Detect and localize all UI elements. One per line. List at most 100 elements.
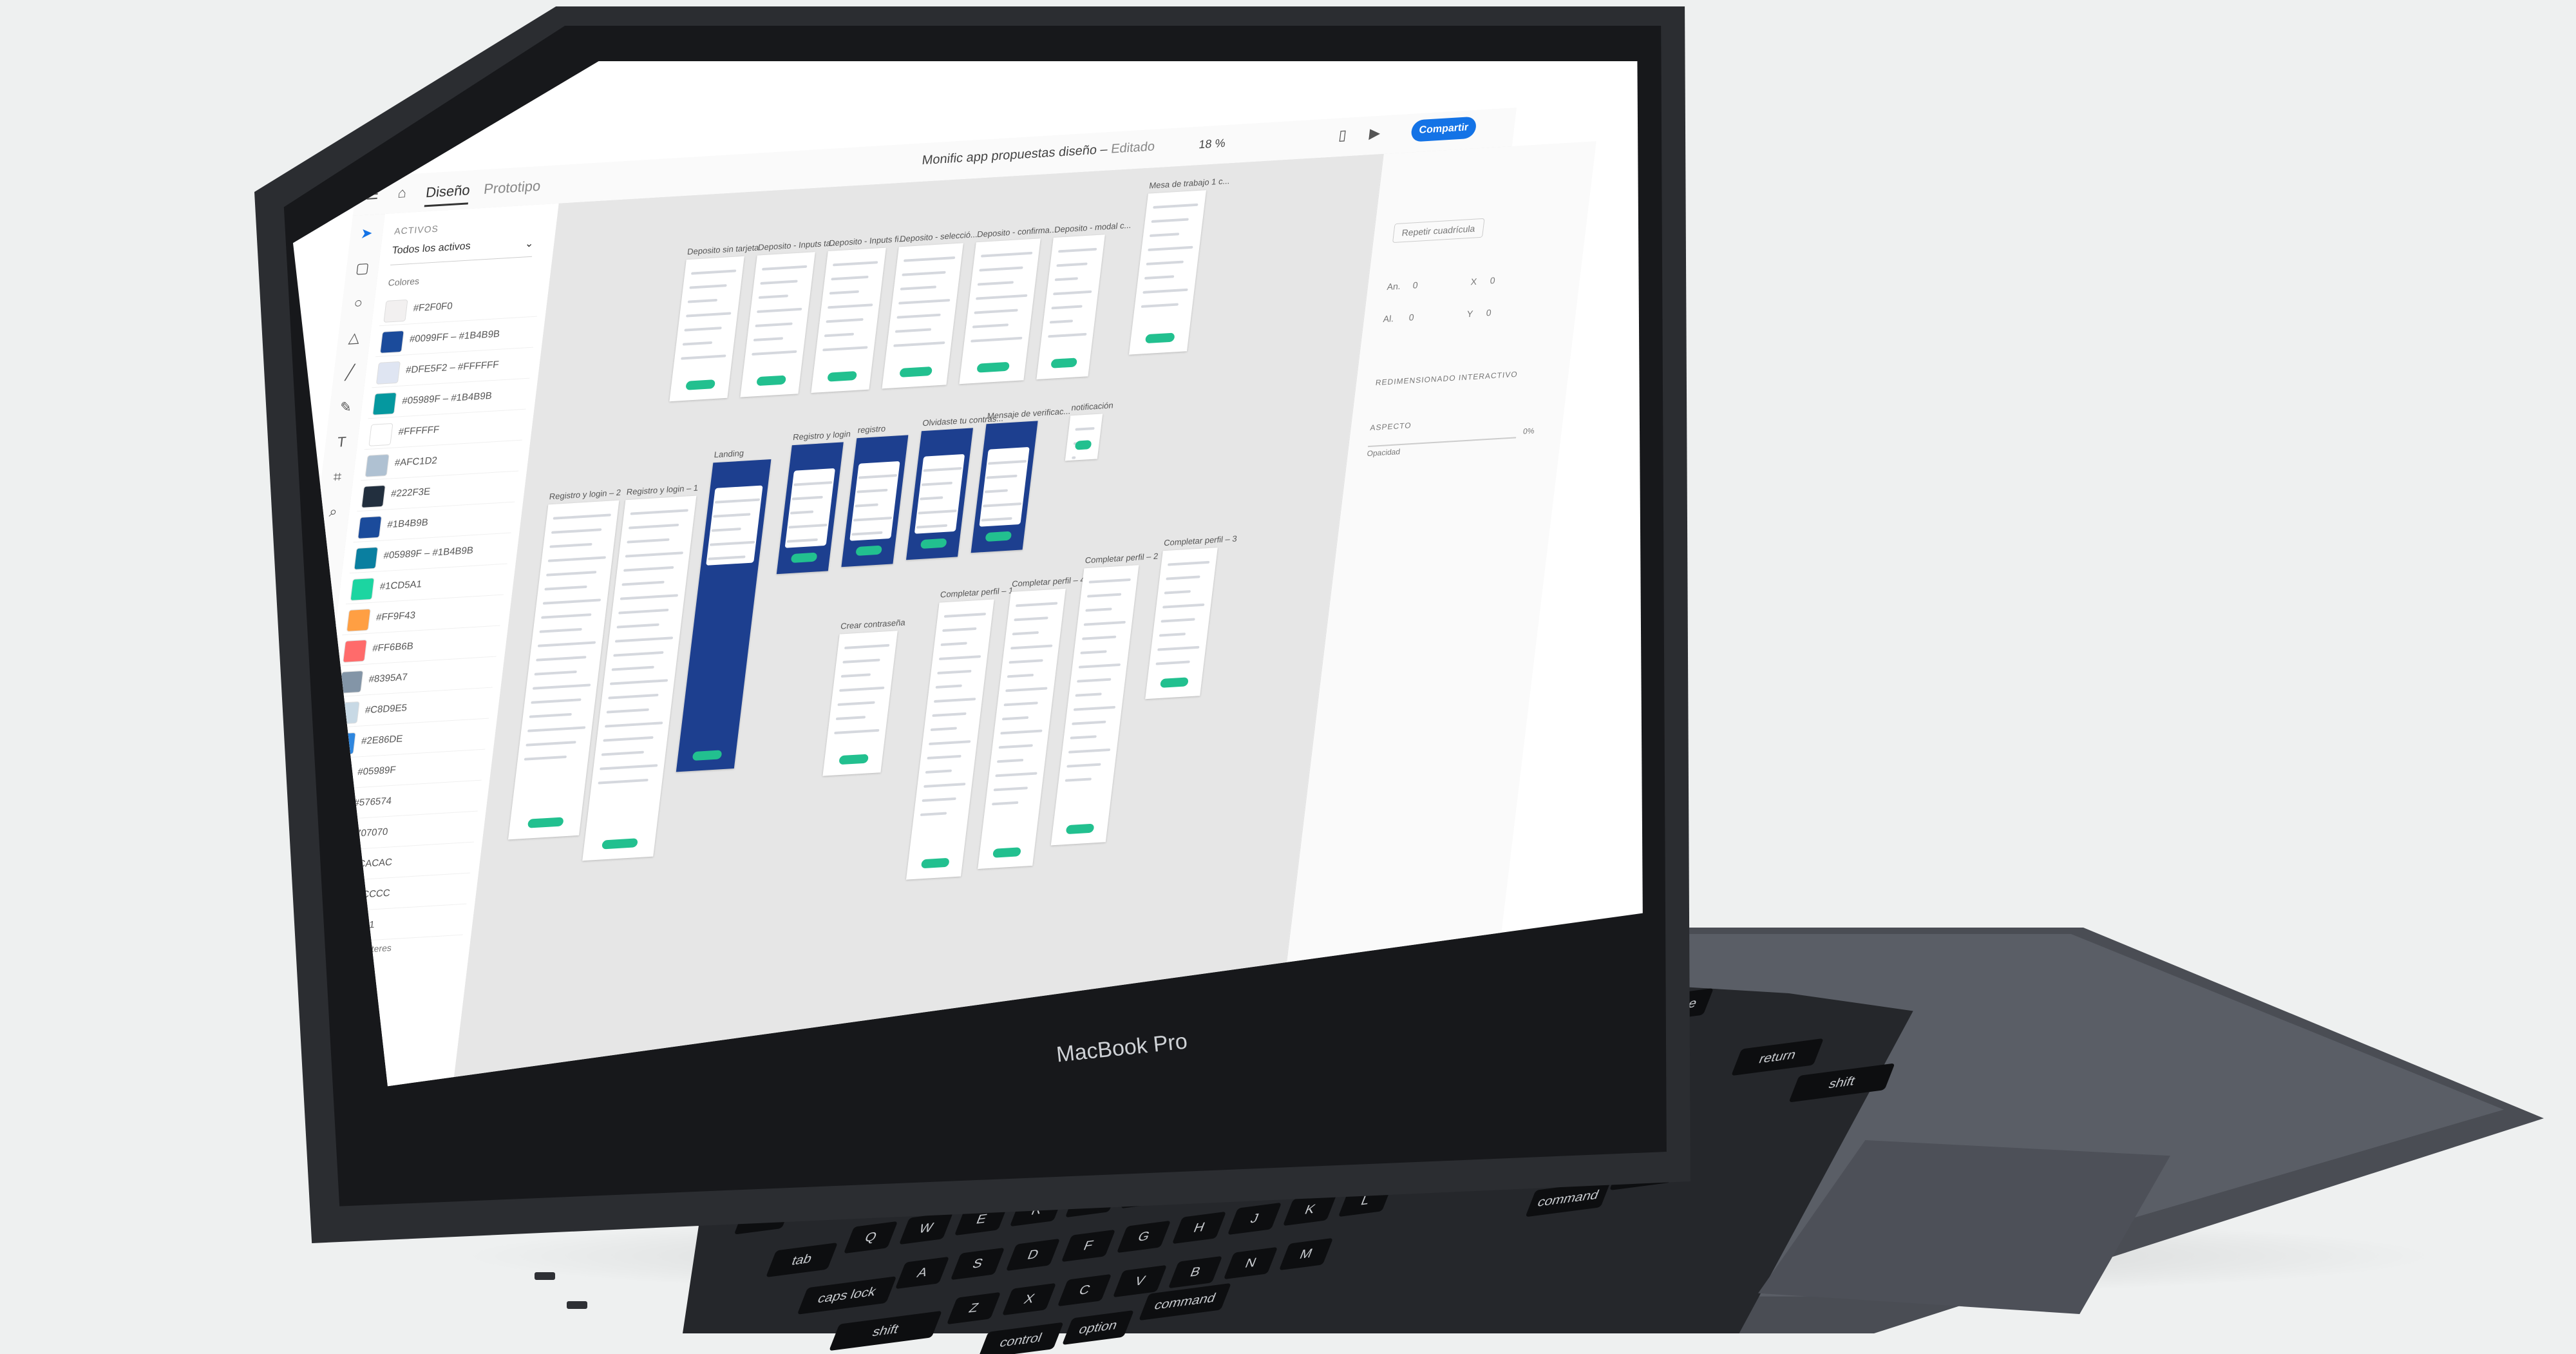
artboard-line [601, 750, 645, 756]
y-input[interactable]: 0 [1486, 307, 1492, 318]
assets-filter[interactable]: Todos los activos ⌄ [390, 236, 535, 265]
tab-prototype[interactable]: Prototipo [483, 178, 542, 198]
artboard-line [1049, 319, 1074, 324]
artboard[interactable] [841, 435, 909, 567]
line-tool-icon[interactable]: ╱ [341, 364, 359, 382]
artboard[interactable] [1036, 234, 1105, 379]
artboard-label[interactable]: Deposito sin tarjeta [687, 243, 759, 257]
artboard[interactable] [1050, 565, 1139, 846]
artboard-label[interactable]: Completar perfil – 2 [1084, 551, 1159, 566]
artboard-line [1048, 332, 1087, 338]
color-swatch [343, 639, 368, 663]
opacity-label: Opacidad [1366, 447, 1401, 459]
opacity-value[interactable]: 0% [1522, 426, 1535, 436]
artboard[interactable] [740, 252, 815, 397]
artboard-line [930, 727, 958, 731]
ellipse-tool-icon[interactable]: ○ [349, 294, 368, 312]
color-swatch [350, 577, 375, 601]
artboard[interactable] [882, 243, 963, 389]
artboard-label[interactable]: Deposito - Inputs fi... [828, 234, 906, 248]
artboard-line [895, 328, 932, 333]
artboard-tool-icon[interactable]: ⌗ [328, 468, 346, 486]
zoom-level[interactable]: 18 % [1198, 137, 1226, 151]
artboard[interactable] [1065, 414, 1103, 461]
zoom-tool-icon[interactable]: ⌕ [324, 503, 343, 521]
color-label: #05989F – #1B4B9B [383, 544, 474, 562]
share-button[interactable]: Compartir [1410, 116, 1477, 142]
artboard-label[interactable]: Deposito - modal c... [1054, 220, 1132, 234]
artboard-label[interactable]: Mensaje de verificac... [987, 406, 1071, 421]
artboard[interactable] [1145, 548, 1218, 700]
artboard[interactable] [906, 428, 973, 560]
artboard-label[interactable]: Completar perfil – 4 [1011, 575, 1085, 589]
artboard-label[interactable]: Registro y login [792, 429, 851, 442]
artboard-line [544, 585, 587, 591]
artboard[interactable] [959, 238, 1041, 385]
artboard-line [1088, 578, 1131, 584]
device-preview-icon[interactable]: ▯ [1333, 126, 1352, 144]
width-input[interactable]: 0 [1412, 280, 1419, 290]
artboard[interactable] [776, 442, 844, 575]
artboard-line [1054, 277, 1079, 281]
color-swatch [346, 608, 371, 632]
artboard-label[interactable]: Deposito - Inputs ta... [757, 238, 838, 252]
artboard-line [1072, 720, 1106, 725]
artboard-line [689, 284, 727, 289]
artboard-line [620, 594, 679, 600]
color-label: #F2F0F0 [412, 300, 453, 314]
artboard-line [1153, 203, 1198, 209]
artboard-line [844, 644, 890, 649]
scene: esctabcaps lockshiftcontroloptioncommand… [0, 0, 2576, 1354]
artboard-line [757, 307, 802, 313]
artboard-line [902, 271, 946, 276]
artboard-line [824, 332, 855, 338]
artboard-line [923, 783, 966, 788]
canvas[interactable]: Registro y login – 2 Registro y login – 1… [450, 154, 1383, 1087]
artboard[interactable] [971, 421, 1038, 553]
artboard-label[interactable]: notificación [1071, 400, 1114, 412]
artboard-label[interactable]: Deposito - selecció... [899, 229, 978, 243]
artboard-line [1068, 748, 1111, 754]
artboard-label[interactable]: Registro y login – 1 [626, 483, 699, 497]
artboard-line [828, 303, 873, 309]
artboard-line [534, 670, 577, 676]
opacity-slider[interactable] [1367, 437, 1517, 448]
artboard-line [1075, 692, 1102, 697]
artboard-button [921, 857, 950, 869]
artboard[interactable] [811, 247, 886, 393]
color-swatch [357, 515, 383, 539]
color-swatch [379, 330, 404, 354]
artboard-line [611, 665, 654, 671]
artboard-line [834, 729, 880, 734]
artboard[interactable] [669, 256, 744, 402]
tab-design[interactable]: Diseño [424, 182, 471, 207]
artboard[interactable] [822, 631, 898, 776]
artboard-line [553, 513, 611, 520]
artboard-label[interactable]: Mesa de trabajo 1 c... [1149, 176, 1231, 191]
artboard[interactable] [1129, 190, 1206, 355]
select-tool-icon[interactable]: ➤ [357, 225, 376, 243]
artboard-line [753, 337, 784, 341]
x-input[interactable]: 0 [1490, 275, 1496, 285]
polygon-tool-icon[interactable]: △ [345, 329, 363, 347]
artboard-label[interactable]: Deposito - confirma... [976, 225, 1057, 239]
artboard-label[interactable]: registro [857, 424, 886, 435]
artboard-label[interactable]: Completar perfil – 3 [1163, 533, 1237, 548]
artboard-button [1050, 358, 1077, 368]
artboard-label[interactable]: Completar perfil – 1 [940, 586, 1014, 600]
artboard-label[interactable]: Landing [714, 448, 744, 460]
play-icon[interactable]: ▶ [1365, 124, 1384, 142]
pen-tool-icon[interactable]: ✎ [336, 399, 355, 417]
home-icon[interactable]: ⌂ [393, 184, 412, 202]
rectangle-tool-icon[interactable]: ▢ [353, 260, 372, 278]
artboard-label[interactable]: Registro y login – 2 [549, 488, 621, 502]
artboard-card [706, 485, 763, 566]
color-label: #FFFFFF [397, 424, 440, 438]
repeat-grid-button[interactable]: Repetir cuadrícula [1392, 218, 1485, 243]
artboard-line [1080, 650, 1107, 654]
height-input[interactable]: 0 [1408, 312, 1415, 322]
color-swatch [383, 299, 408, 323]
text-tool-icon[interactable]: T [332, 434, 351, 452]
artboard-line [840, 673, 871, 678]
artboard-label[interactable]: Crear contraseña [840, 618, 905, 631]
